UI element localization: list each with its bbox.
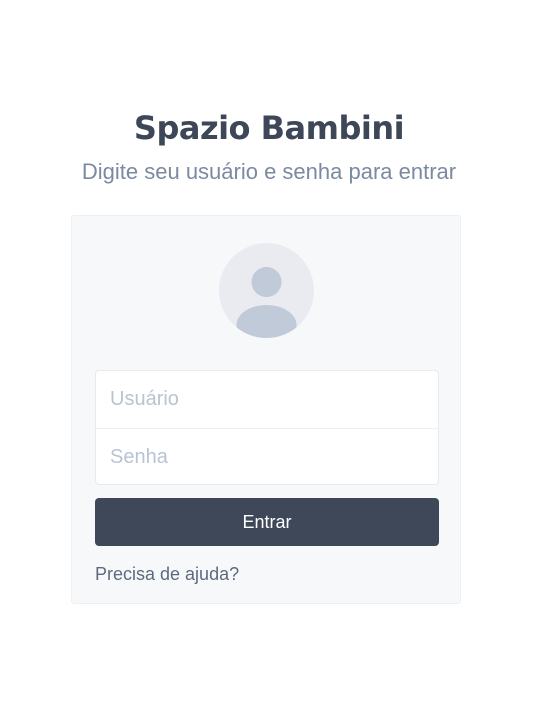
- app-title: Spazio Bambini: [133, 109, 405, 147]
- password-input[interactable]: [96, 429, 438, 484]
- login-button[interactable]: Entrar: [95, 498, 439, 546]
- login-form: [95, 370, 439, 485]
- login-card: Entrar Precisa de ajuda?: [71, 215, 461, 604]
- username-input[interactable]: [96, 371, 438, 428]
- help-link[interactable]: Precisa de ajuda?: [95, 562, 239, 586]
- user-icon: [219, 243, 314, 338]
- login-subtitle: Digite seu usuário e senha para entrar: [81, 159, 457, 184]
